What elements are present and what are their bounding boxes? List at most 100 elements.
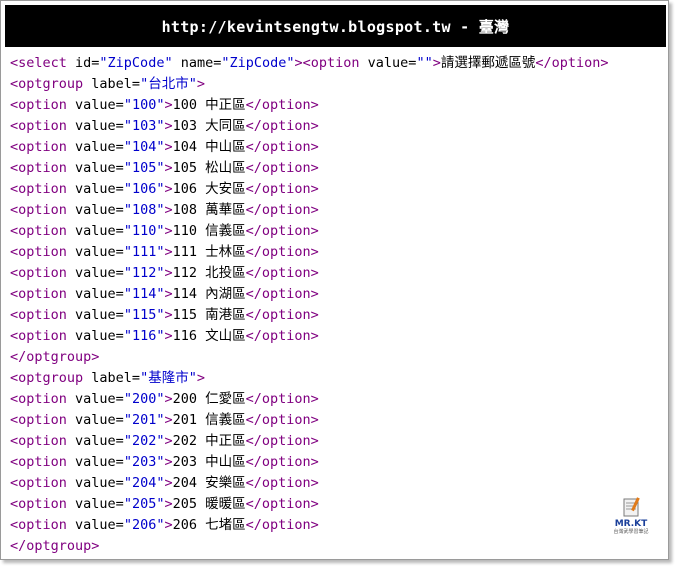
option-text: 204 安樂區 (172, 475, 246, 491)
attr-value-token: "204" (123, 475, 165, 491)
attr-token: name= (172, 55, 222, 71)
attr-value-token: "" (416, 55, 433, 71)
attr-value-token: "106" (123, 181, 165, 197)
tag-token: </option> (245, 454, 319, 470)
option-text: 115 南港區 (172, 307, 246, 323)
tag-token: <option (10, 412, 76, 428)
tag-token: <option (10, 454, 76, 470)
tag-token: </option> (245, 496, 319, 512)
attr-token: value= (75, 265, 124, 281)
option-text: 206 七堵區 (172, 517, 246, 533)
tag-token: </option> (245, 160, 319, 176)
attr-token: value= (75, 181, 124, 197)
code-line-option: <option value="111">111 士林區</option> (10, 242, 660, 263)
tag-token: <option (10, 181, 76, 197)
tag-token: </option> (245, 223, 319, 239)
attr-value-token: "114" (123, 286, 165, 302)
screenshot-frame: http://kevintsengtw.blogspot.tw - 臺灣 <se… (0, 0, 669, 560)
attr-value-token: "105" (123, 160, 165, 176)
code-line-option: <option value="206">206 七堵區</option> (10, 515, 660, 536)
attr-value-token: "200" (123, 391, 165, 407)
tag-token: <option (10, 223, 76, 239)
attr-token: label= (91, 370, 141, 386)
tag-token: <option (10, 139, 76, 155)
tag-token: </option> (245, 202, 319, 218)
logo-subtitle: 台灣武學習筆記 (613, 529, 649, 535)
option-text: 205 暖暖區 (172, 496, 246, 512)
tag-token: > (164, 265, 173, 281)
attr-value-token: "台北市" (140, 76, 197, 92)
option-text: 114 內湖區 (172, 286, 246, 302)
code-line-option: <option value="202">202 中正區</option> (10, 431, 660, 452)
tag-token: <option (10, 496, 76, 512)
code-line-option: <option value="112">112 北投區</option> (10, 263, 660, 284)
tag-token: > (164, 517, 173, 533)
tag-token: ><option (294, 55, 368, 71)
attr-value-token: "103" (123, 118, 165, 134)
tag-token: </option> (245, 412, 319, 428)
attr-token: value= (75, 475, 124, 491)
code-line-optgroup-close: </optgroup> (10, 536, 660, 557)
tag-token: </option> (535, 55, 609, 71)
attr-token: value= (75, 286, 124, 302)
tag-token: > (164, 139, 173, 155)
option-text: 110 信義區 (172, 223, 246, 239)
attr-token: value= (75, 328, 124, 344)
attr-value-token: "110" (123, 223, 165, 239)
tag-token: <option (10, 160, 76, 176)
tag-token: <option (10, 433, 76, 449)
tag-token: </optgroup> (10, 538, 100, 554)
attr-value-token: "206" (123, 517, 165, 533)
attr-value-token: "100" (123, 97, 165, 113)
tag-token: <option (10, 391, 76, 407)
tag-token: <option (10, 517, 76, 533)
option-text: 103 大同區 (172, 118, 246, 134)
tag-token: </option> (245, 328, 319, 344)
option-text: 116 文山區 (172, 328, 246, 344)
tag-token: </option> (245, 307, 319, 323)
code-line-optgroup-open: <optgroup label="基隆市"> (10, 368, 660, 389)
option-text: 請選擇郵遞區號 (440, 55, 536, 71)
tag-token: </option> (245, 475, 319, 491)
option-text: 106 大安區 (172, 181, 246, 197)
tag-token: > (164, 475, 173, 491)
attr-token: value= (75, 139, 124, 155)
code-line-option: <option value="116">116 文山區</option> (10, 326, 660, 347)
attr-token: value= (75, 412, 124, 428)
tag-token: > (164, 160, 173, 176)
tag-token: > (164, 118, 173, 134)
code-line-option: <option value="205">205 暖暖區</option> (10, 494, 660, 515)
tag-token: > (432, 55, 441, 71)
banner-title: http://kevintsengtw.blogspot.tw - 臺灣 (161, 17, 510, 36)
attr-token: value= (75, 433, 124, 449)
code-listing: <select id="ZipCode" name="ZipCode"><opt… (10, 53, 660, 557)
tag-token: > (164, 433, 173, 449)
attr-token: id= (75, 55, 100, 71)
tag-token: </option> (245, 139, 319, 155)
tag-token: <option (10, 244, 76, 260)
attr-value-token: "201" (123, 412, 165, 428)
code-line-option: <option value="204">204 安樂區</option> (10, 473, 660, 494)
tag-token: > (164, 307, 173, 323)
attr-token: value= (75, 517, 124, 533)
tag-token: </option> (245, 244, 319, 260)
attr-value-token: "203" (123, 454, 165, 470)
tag-token: </option> (245, 97, 319, 113)
tag-token: </option> (245, 118, 319, 134)
code-line-option: <option value="104">104 中山區</option> (10, 137, 660, 158)
tag-token: > (164, 97, 173, 113)
tag-token: <option (10, 265, 76, 281)
mr-kt-logo: MR.KT 台灣武學習筆記 (605, 497, 657, 549)
attr-token: value= (75, 454, 124, 470)
attr-token: value= (75, 391, 124, 407)
code-line-option: <option value="106">106 大安區</option> (10, 179, 660, 200)
tag-token: <option (10, 202, 76, 218)
tag-token: > (164, 454, 173, 470)
tag-token: > (164, 496, 173, 512)
code-line-option: <option value="110">110 信義區</option> (10, 221, 660, 242)
notebook-icon (623, 497, 640, 517)
tag-token: </option> (245, 433, 319, 449)
option-text: 105 松山區 (172, 160, 246, 176)
attr-token: value= (367, 55, 417, 71)
tag-token: <option (10, 307, 76, 323)
